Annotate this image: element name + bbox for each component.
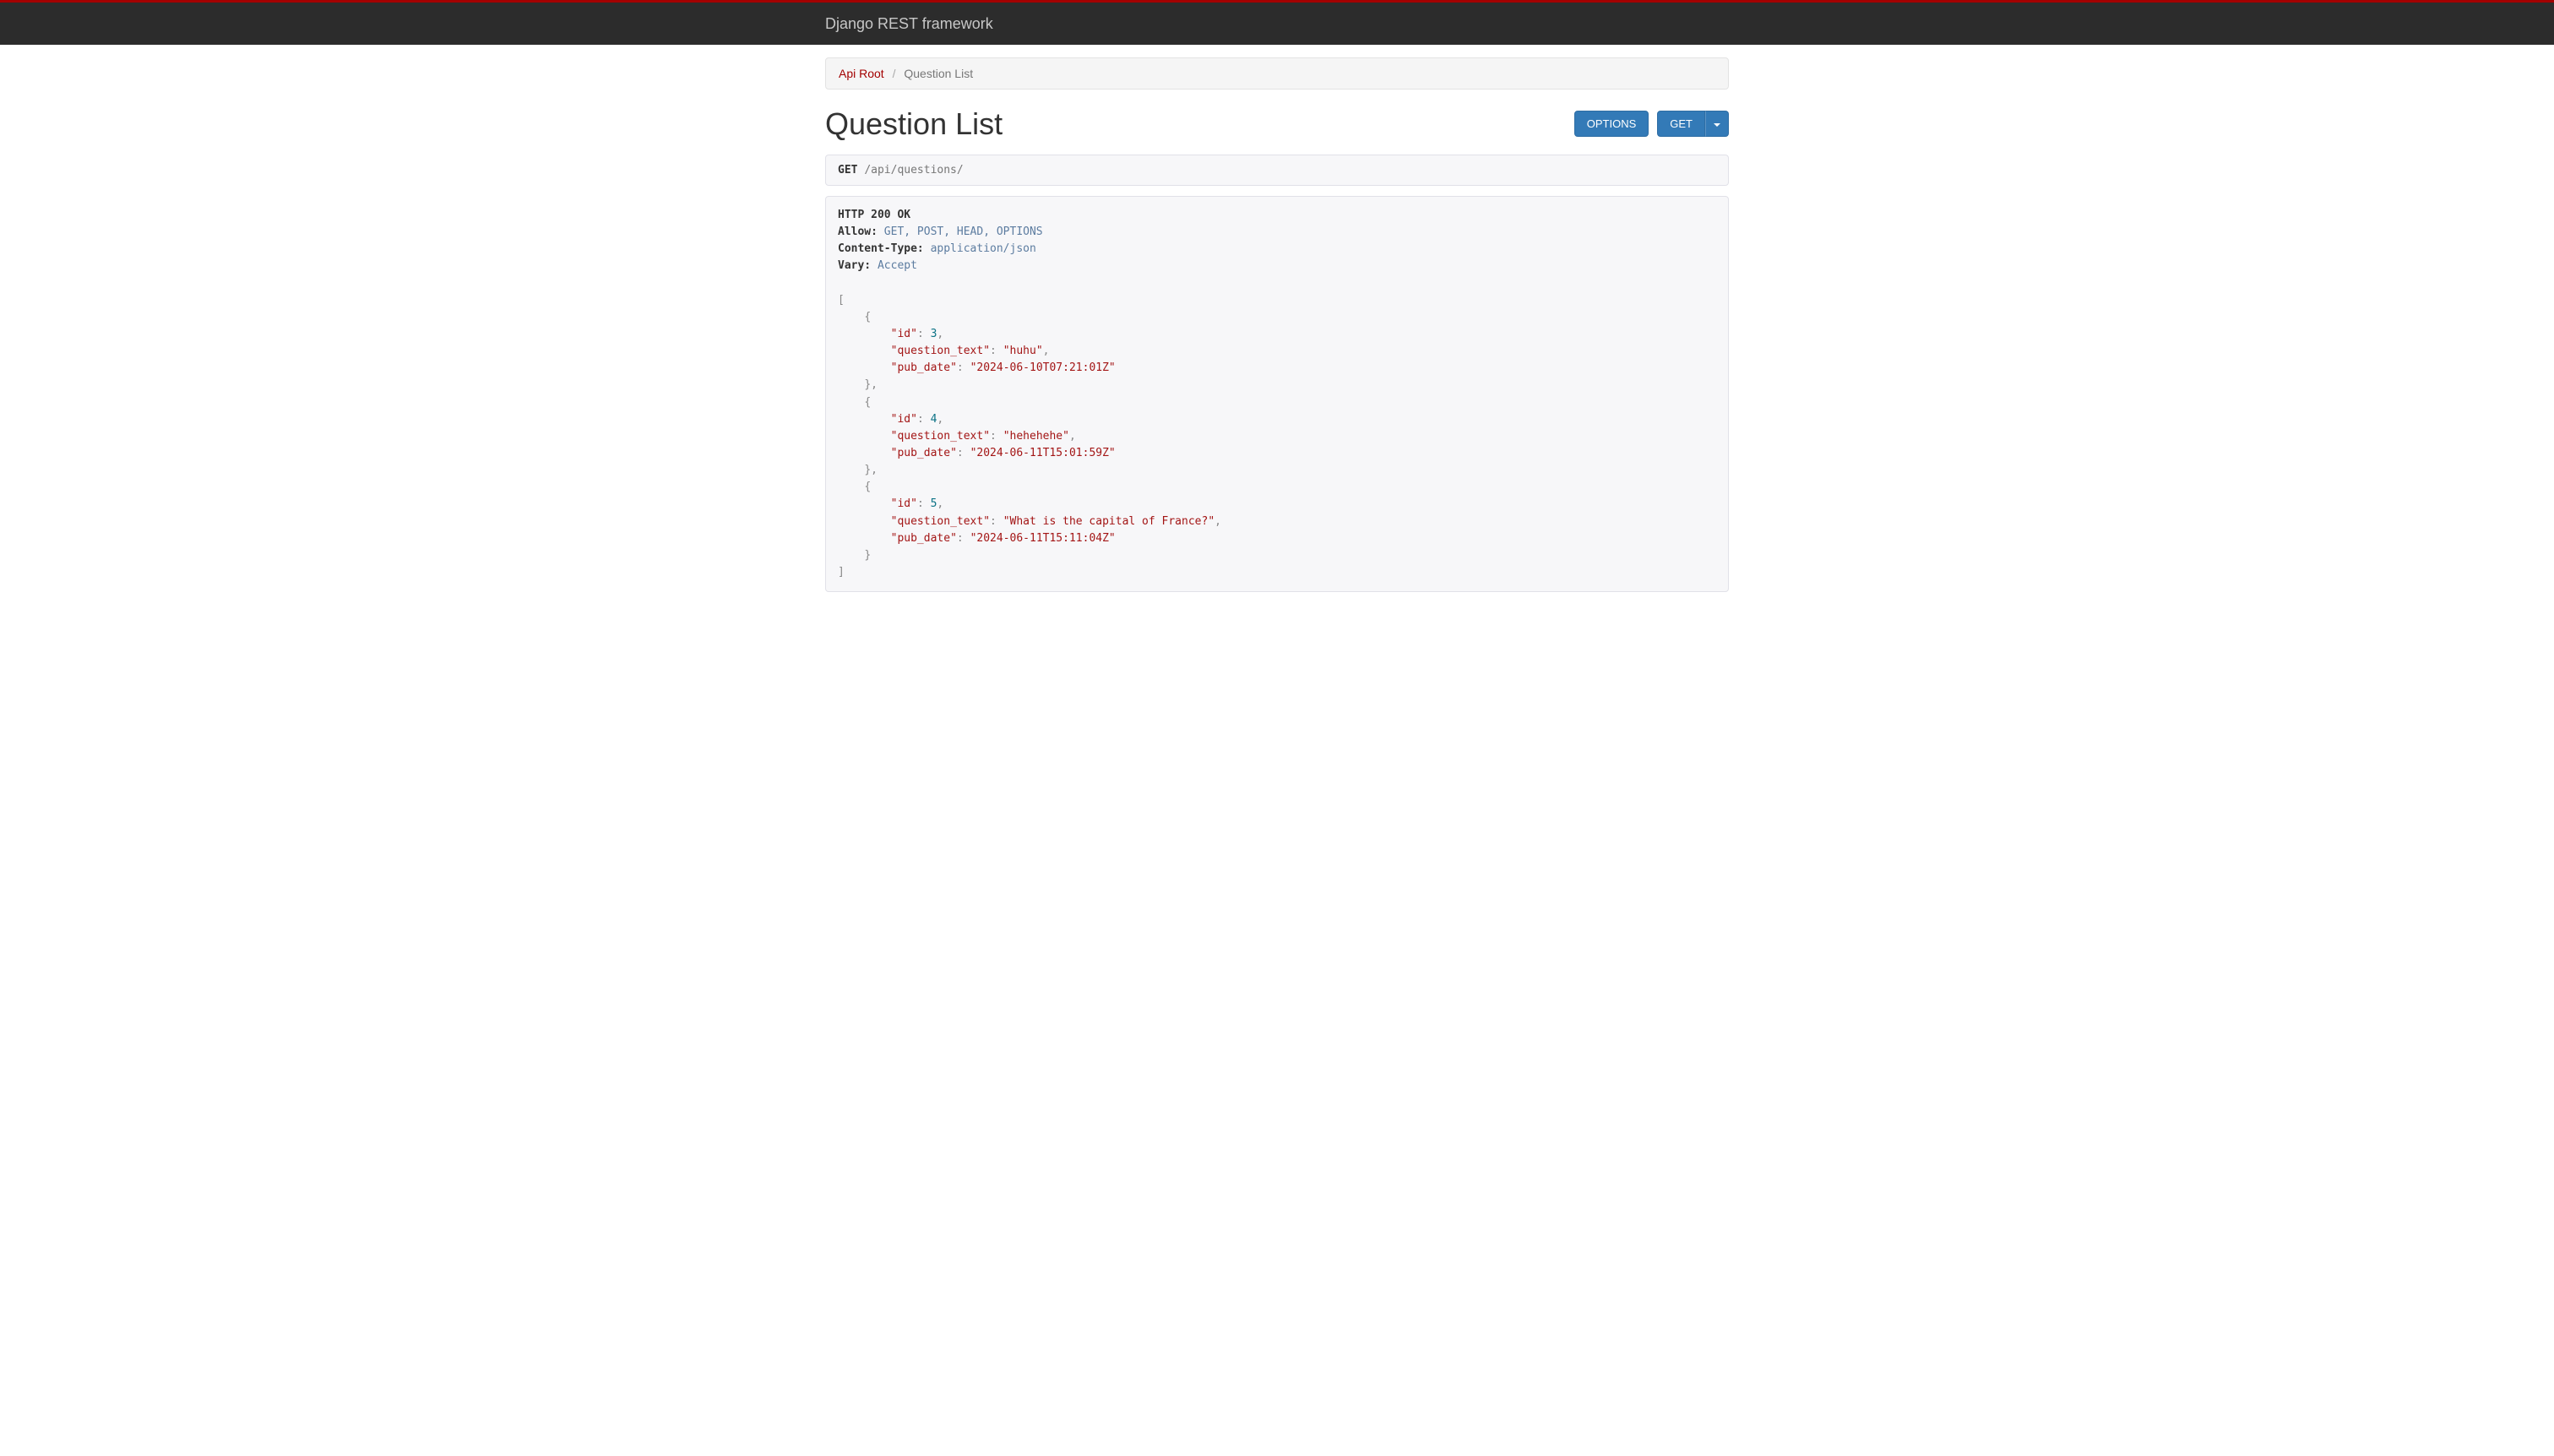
header-content-type-value: application/json xyxy=(931,242,1036,255)
breadcrumb-separator: / xyxy=(893,67,896,80)
breadcrumb-current: Question List xyxy=(904,67,973,80)
get-button[interactable]: GET xyxy=(1657,111,1705,137)
header-content-type-key: Content-Type: xyxy=(838,242,924,255)
request-method: GET xyxy=(838,164,857,177)
breadcrumb-root-link[interactable]: Api Root xyxy=(839,67,884,80)
navbar-brand-link[interactable]: Django REST framework xyxy=(825,15,993,32)
action-buttons: OPTIONS GET xyxy=(1574,111,1729,137)
options-button[interactable]: OPTIONS xyxy=(1574,111,1649,137)
breadcrumb: Api Root / Question List xyxy=(825,57,1729,90)
header-allow-key: Allow: xyxy=(838,225,878,238)
get-button-group: GET xyxy=(1657,111,1729,137)
response-panel: HTTP 200 OK Allow: GET, POST, HEAD, OPTI… xyxy=(825,196,1729,592)
get-dropdown-button[interactable] xyxy=(1705,111,1729,137)
header-vary-key: Vary: xyxy=(838,259,871,272)
request-path: /api/questions/ xyxy=(864,164,963,177)
page-title: Question List xyxy=(825,106,1003,142)
caret-down-icon xyxy=(1714,123,1720,127)
main-container: Api Root / Question List Question List O… xyxy=(812,57,1742,592)
page-header: Question List OPTIONS GET xyxy=(825,106,1729,142)
navbar: Django REST framework xyxy=(0,3,2554,45)
request-panel: GET /api/questions/ xyxy=(825,155,1729,186)
header-vary-value: Accept xyxy=(878,259,917,272)
header-allow-value: GET, POST, HEAD, OPTIONS xyxy=(884,225,1043,238)
status-line: HTTP 200 OK xyxy=(838,209,910,221)
